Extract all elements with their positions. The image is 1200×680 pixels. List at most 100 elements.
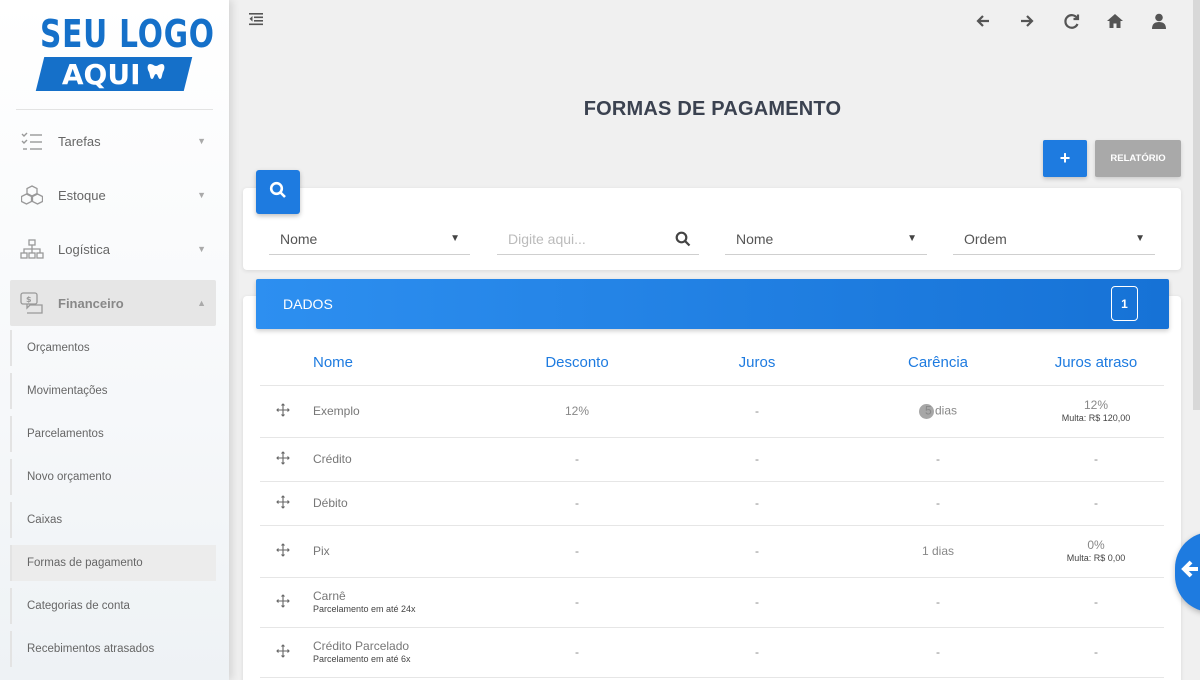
row-name: Carnê <box>313 588 346 603</box>
cell-carencia: - <box>936 495 940 510</box>
logo-text-bottom: AQUI <box>61 57 141 91</box>
user-icon[interactable] <box>1148 10 1170 32</box>
drag-handle-icon[interactable] <box>272 495 294 512</box>
search-icon <box>269 181 287 204</box>
payment-methods-table: Nome Desconto Juros Carência Juros atras… <box>260 342 1164 678</box>
table-row[interactable]: Pix - - 1 dias 0% Multa: R$ 0,00 <box>260 526 1164 578</box>
drag-handle-icon[interactable] <box>272 594 294 611</box>
chevron-down-icon: ▼ <box>197 190 206 200</box>
submenu-item-novo-orcamento[interactable]: Novo orçamento <box>10 459 216 495</box>
sidebar-item-label: Financeiro <box>58 295 124 311</box>
home-icon[interactable] <box>1104 10 1126 32</box>
row-name: Exemplo <box>313 403 360 418</box>
sitemap-icon <box>20 237 44 261</box>
filter-field-select[interactable]: Nome ▼ <box>269 224 470 255</box>
sidebar-item-label: Estoque <box>58 187 106 203</box>
cell-carencia: 1 dias <box>921 543 955 558</box>
cell-juros-atraso: 0% Multa: R$ 0,00 <box>1036 538 1156 564</box>
table-row[interactable]: Crédito Parcelado Parcelamento em até 6x … <box>260 628 1164 678</box>
cell-carencia: 5 dias <box>878 404 998 419</box>
caret-down-icon: ▼ <box>907 233 917 244</box>
row-name: Crédito Parcelado <box>313 638 410 653</box>
cell-nome: Pix <box>313 543 330 558</box>
sidebar-item-estoque[interactable]: Estoque ▼ <box>10 172 216 218</box>
menu-toggle-icon[interactable] <box>249 12 263 31</box>
cell-juros-atraso: 12% Multa: R$ 120,00 <box>1036 397 1156 424</box>
logo-text-top: SEU LOGO <box>40 12 215 56</box>
sidebar: SEU LOGO AQUI Tarefas ▼ Estoque ▼ Logíst… <box>0 0 229 680</box>
caret-down-icon: ▼ <box>450 233 460 244</box>
sort-field-select[interactable]: Nome ▼ <box>725 224 927 255</box>
scrollbar[interactable] <box>1193 0 1200 410</box>
carencia-value: 5 dias <box>924 403 958 418</box>
drag-handle-icon[interactable] <box>272 644 294 661</box>
svg-text:$: $ <box>26 295 32 304</box>
column-header-nome[interactable]: Nome <box>313 355 353 372</box>
cell-carencia: - <box>936 451 940 466</box>
row-installment-note: Parcelamento em até 6x <box>313 654 411 665</box>
cell-juros-atraso: - <box>1094 594 1098 609</box>
cell-desconto: - <box>575 644 579 659</box>
row-installment-note: Parcelamento em até 24x <box>313 604 416 615</box>
cell-desconto: 12% <box>564 403 590 418</box>
arrow-right-icon[interactable] <box>1016 10 1038 32</box>
multa-value: Multa: R$ 0,00 <box>1066 553 1126 564</box>
search-placeholder: Digite aqui... <box>508 231 586 247</box>
chevron-down-icon: ▼ <box>197 244 206 254</box>
column-header-juros[interactable]: Juros <box>697 355 817 372</box>
cell-juros-atraso: - <box>1094 644 1098 659</box>
submenu-item-recebimentos-atrasados[interactable]: Recebimentos atrasados <box>10 631 216 667</box>
boxes-icon <box>20 183 44 207</box>
sidebar-item-tarefas[interactable]: Tarefas ▼ <box>10 118 216 164</box>
search-icon[interactable] <box>675 231 691 250</box>
submenu-item-orcamentos[interactable]: Orçamentos <box>10 330 216 366</box>
topbar <box>229 0 1200 42</box>
table-row[interactable]: Débito - - - - <box>260 482 1164 526</box>
sort-order-value: Ordem <box>964 231 1007 247</box>
cell-nome: Crédito <box>313 451 352 466</box>
cell-juros: - <box>755 495 759 510</box>
table-row[interactable]: Carnê Parcelamento em até 24x - - - - <box>260 578 1164 628</box>
table-row[interactable]: Crédito - - - - <box>260 438 1164 482</box>
submenu-item-parcelamentos[interactable]: Parcelamentos <box>10 416 216 452</box>
cell-nome: Crédito Parcelado Parcelamento em até 6x <box>313 638 411 665</box>
juros-atraso-value: 12% <box>1083 397 1109 412</box>
chevron-down-icon: ▼ <box>197 136 206 146</box>
filter-search-badge <box>256 170 300 214</box>
column-header-desconto[interactable]: Desconto <box>517 355 637 372</box>
add-button[interactable]: + <box>1043 140 1087 177</box>
arrow-left-icon[interactable] <box>972 10 994 32</box>
cell-juros: - <box>755 451 759 466</box>
tasks-icon <box>20 129 44 153</box>
caret-down-icon: ▼ <box>1135 233 1145 244</box>
submenu-item-movimentacoes[interactable]: Movimentações <box>10 373 216 409</box>
column-header-juros-atraso[interactable]: Juros atraso <box>1036 355 1156 372</box>
sidebar-item-logistica[interactable]: Logística ▼ <box>10 226 216 272</box>
tooth-icon <box>146 61 166 87</box>
sort-order-select[interactable]: Ordem ▼ <box>953 224 1155 255</box>
data-header: DADOS 1 <box>256 279 1169 329</box>
drag-handle-icon[interactable] <box>272 403 294 420</box>
logo[interactable]: SEU LOGO AQUI <box>16 0 215 110</box>
report-button[interactable]: RELATÓRIO <box>1095 140 1181 177</box>
cell-juros-atraso: - <box>1094 451 1098 466</box>
submenu-item-categorias-de-conta[interactable]: Categorias de conta <box>10 588 216 624</box>
cell-juros: - <box>755 644 759 659</box>
record-count-badge: 1 <box>1111 286 1138 321</box>
submenu-item-formas-de-pagamento[interactable]: Formas de pagamento <box>10 545 216 581</box>
filter-field-value: Nome <box>280 231 318 247</box>
drag-handle-icon[interactable] <box>272 451 294 468</box>
refresh-icon[interactable] <box>1060 10 1082 32</box>
column-header-carencia[interactable]: Carência <box>878 355 998 372</box>
submenu-item-caixas[interactable]: Caixas <box>10 502 216 538</box>
cell-juros: - <box>755 594 759 609</box>
cell-carencia: - <box>936 644 940 659</box>
data-title: DADOS <box>283 296 333 312</box>
search-input[interactable]: Digite aqui... <box>497 224 699 255</box>
sort-field-value: Nome <box>736 231 774 247</box>
arrow-left-icon <box>1180 558 1200 585</box>
drag-handle-icon[interactable] <box>272 543 294 560</box>
table-row[interactable]: Exemplo 12% - 5 dias 12% Multa: R$ 120,00 <box>260 386 1164 438</box>
cell-desconto: - <box>575 495 579 510</box>
sidebar-item-financeiro[interactable]: $ Financeiro ▲ <box>10 280 216 326</box>
